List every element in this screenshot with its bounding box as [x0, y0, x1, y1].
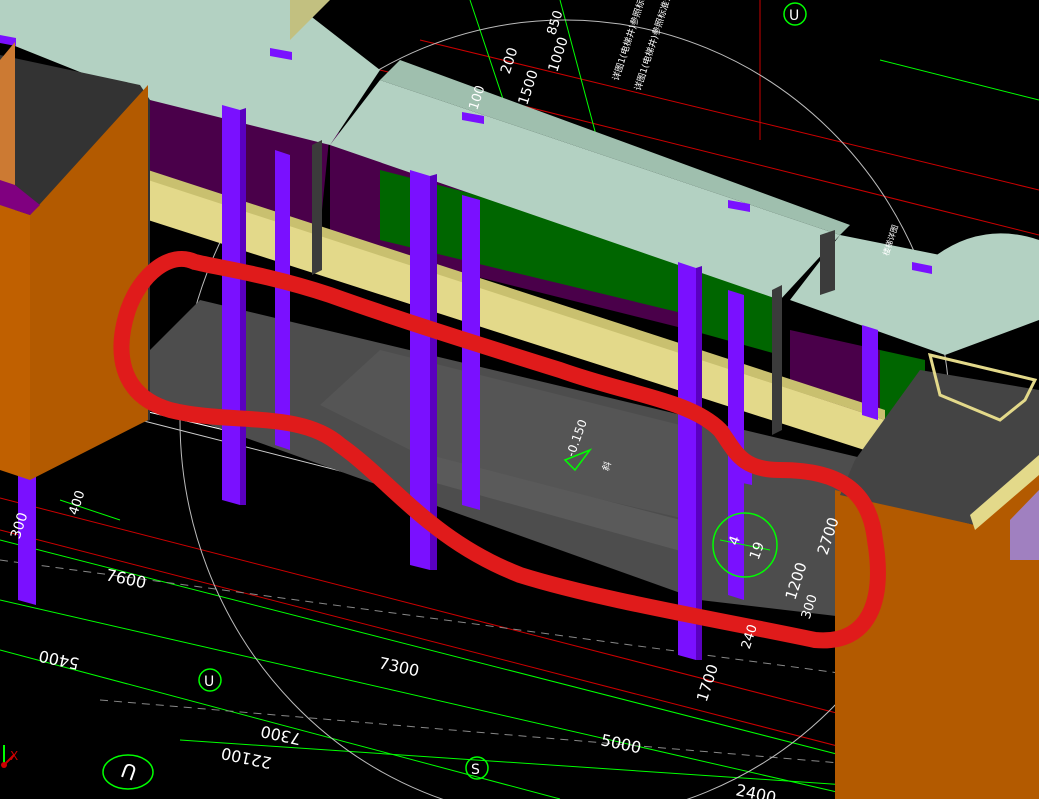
axis-bubble-s-bottom: S	[471, 762, 480, 778]
dim-2400: 2400	[734, 780, 778, 799]
column-5	[678, 262, 696, 660]
dim-5000: 5000	[599, 730, 643, 757]
column-2	[275, 150, 290, 450]
axis-bubble-u-top: U	[789, 8, 799, 24]
column-4	[462, 195, 480, 510]
axis-bubble-u-mid: U	[204, 674, 214, 690]
dim-400: 400	[67, 489, 89, 517]
column-1	[222, 105, 240, 505]
dim-1000: 1000	[546, 35, 572, 74]
dim-1500: 1500	[516, 68, 542, 107]
dim-5400: 5400	[37, 646, 81, 673]
bim-3d-viewport[interactable]: -0.150 斜 4 19 U U S U 7600 7300 5400 500…	[0, 0, 1039, 799]
dim-22100: 22100	[219, 743, 273, 772]
dim-850: 850	[545, 9, 567, 37]
ucs-icon: X	[1, 745, 18, 768]
ucs-x-label: X	[10, 749, 18, 763]
left-core-wall[interactable]	[0, 42, 150, 480]
dim-7300: 7300	[377, 653, 421, 680]
axis-bubble-u-bottom-left: U	[118, 758, 140, 786]
dim-200: 200	[498, 46, 521, 76]
dim-7600: 7600	[104, 565, 148, 592]
dim-7300-bottom: 7300	[259, 722, 303, 749]
column-7	[862, 325, 878, 420]
